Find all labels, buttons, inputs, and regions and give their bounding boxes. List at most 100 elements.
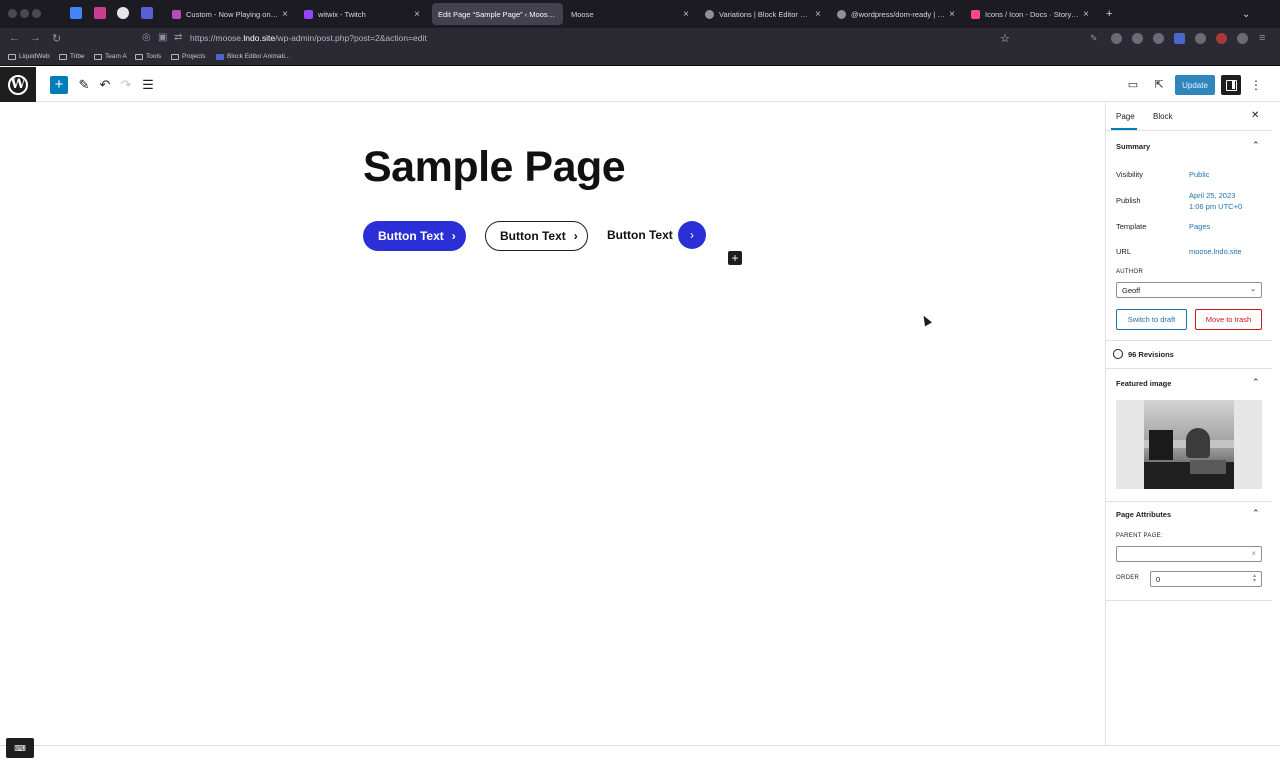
extension-icon[interactable] <box>1111 33 1122 44</box>
bookmark-tools[interactable]: Tools <box>135 53 161 60</box>
account-icon[interactable] <box>1237 33 1248 44</box>
chevron-right-icon: › <box>573 229 578 243</box>
redo-icon[interactable]: ↷ <box>118 76 134 94</box>
template-value-link[interactable]: Pages <box>1189 221 1210 232</box>
parent-page-label: PARENT PAGE: <box>1116 533 1163 539</box>
close-icon[interactable]: ✕ <box>1251 110 1259 121</box>
block-appender-plus-icon[interactable]: + <box>728 251 742 265</box>
tab-twitch[interactable]: witwix - Twitch × <box>298 3 426 25</box>
extension-icon[interactable] <box>1195 33 1206 44</box>
publish-date-link[interactable]: April 25, 2023 1:06 pm UTC+0 <box>1189 190 1242 212</box>
undo-icon[interactable]: ↶ <box>97 76 113 94</box>
pinned-tab-github-icon[interactable] <box>117 7 129 19</box>
menu-icon[interactable]: ≡ <box>1259 32 1265 44</box>
window-minimize-dot[interactable] <box>20 9 29 18</box>
tab-title: Edit Page “Sample Page” ‹ Moose — <box>438 9 557 19</box>
tab-storybook[interactable]: Icons / Icon - Docs · Storybook × <box>965 3 1095 25</box>
more-options-icon[interactable]: ⋮ <box>1250 77 1262 93</box>
extension-icon[interactable] <box>1132 33 1143 44</box>
tab-block[interactable]: Block <box>1153 112 1173 121</box>
bookmark-tribe[interactable]: Tribe <box>59 53 85 60</box>
tools-pencil-icon[interactable]: ✎ <box>76 76 92 94</box>
editor-canvas[interactable]: Sample Page Button Text › Button Text › Bu… <box>0 103 1105 745</box>
close-icon[interactable]: × <box>414 9 420 20</box>
stepper-icon[interactable]: ▴ ▾ <box>1253 573 1256 584</box>
bookmark-label: Tribe <box>70 53 85 60</box>
chevron-up-icon[interactable]: ⌃ <box>1252 377 1260 388</box>
tab-page[interactable]: Page <box>1116 112 1135 121</box>
page-attributes-heading[interactable]: Page Attributes <box>1116 510 1171 519</box>
clear-icon[interactable]: × <box>1251 549 1256 558</box>
lock-icon[interactable]: ▣ <box>158 32 167 43</box>
chevron-right-icon: › <box>451 229 456 243</box>
close-icon[interactable]: × <box>282 9 288 20</box>
visibility-label: Visibility <box>1116 170 1143 179</box>
author-value: Geoff <box>1122 286 1141 295</box>
update-button[interactable]: Update <box>1175 75 1215 95</box>
move-to-trash-button[interactable]: Move to trash <box>1195 309 1262 330</box>
extension-icon[interactable] <box>1153 33 1164 44</box>
block-inserter-plus-icon[interactable]: + <box>50 76 68 94</box>
tab-dom-ready[interactable]: @wordpress/dom-ready | Block… × <box>831 3 961 25</box>
new-tab-plus-icon[interactable]: + <box>1100 3 1118 25</box>
wordpress-logo-button[interactable]: W <box>0 67 36 102</box>
history-icon <box>1113 349 1123 359</box>
settings-toggle-button[interactable] <box>1221 75 1241 95</box>
window-zoom-dot[interactable] <box>32 9 41 18</box>
back-arrow-icon[interactable]: ← <box>9 32 20 44</box>
bookmark-block-editor[interactable]: Block Editor Animati... <box>216 53 290 60</box>
filled-button-block[interactable]: Button Text › <box>363 221 466 251</box>
chevron-up-icon[interactable]: ⌃ <box>1252 508 1260 519</box>
close-icon[interactable]: × <box>683 9 689 20</box>
wrench-icon[interactable]: ✎ <box>1090 33 1101 44</box>
bookmark-liquidweb[interactable]: LiquidWeb <box>8 53 50 60</box>
pinned-tab-app-icon[interactable] <box>141 7 153 19</box>
text-button-block[interactable]: Button Text <box>607 228 673 242</box>
tab-title: Variations | Block Editor Handb… <box>719 9 811 19</box>
close-icon[interactable]: × <box>1083 9 1089 20</box>
outline-button-block[interactable]: Button Text › <box>485 221 588 251</box>
tab-moose[interactable]: Moose × <box>565 3 695 25</box>
visibility-value-link[interactable]: Public <box>1189 169 1209 180</box>
bookmark-star-icon[interactable]: ☆ <box>1000 32 1010 45</box>
tab-edit-page[interactable]: Edit Page “Sample Page” ‹ Moose — <box>432 3 563 25</box>
keyboard-shortcuts-icon[interactable]: ⌨ <box>6 738 34 758</box>
bookmark-team-a[interactable]: Team A <box>94 53 127 60</box>
shield-icon[interactable]: ◎ <box>142 32 151 43</box>
chevron-circle-button[interactable]: › <box>678 221 706 249</box>
close-icon[interactable]: × <box>815 9 821 20</box>
featured-image-heading[interactable]: Featured image <box>1116 379 1171 388</box>
revisions-button[interactable]: 96 Revisions <box>1113 349 1174 359</box>
template-label: Template <box>1116 222 1147 231</box>
author-select[interactable]: Geoff ⌄ <box>1116 282 1262 298</box>
bookmarks-bar: LiquidWeb Tribe Team A Tools Projects Bl… <box>0 50 1280 66</box>
extension-icon[interactable] <box>1216 33 1227 44</box>
switch-to-draft-button[interactable]: Switch to draft <box>1116 309 1187 330</box>
pinned-tab-gmail-icon[interactable] <box>94 7 106 19</box>
page-title[interactable]: Sample Page <box>363 143 626 192</box>
tab-variations[interactable]: Variations | Block Editor Handb… × <box>699 3 827 25</box>
bookmark-projects[interactable]: Projects <box>171 53 205 60</box>
view-page-external-icon[interactable]: ⇱ <box>1151 76 1167 94</box>
summary-heading[interactable]: Summary <box>1116 142 1150 151</box>
tab-now-playing[interactable]: Custom - Now Playing on Pand… × <box>166 3 294 25</box>
forward-arrow-icon[interactable]: → <box>30 32 41 44</box>
order-input[interactable]: 0 ▴ ▾ <box>1150 571 1262 587</box>
window-close-dot[interactable] <box>8 9 17 18</box>
address-bar[interactable]: https://moose.lndo.site/wp-admin/post.ph… <box>190 33 427 43</box>
close-icon[interactable]: × <box>949 9 955 20</box>
mouse-cursor-icon <box>920 313 932 327</box>
permissions-icon[interactable]: ⇄ <box>174 32 182 43</box>
tab-list-chevron-icon[interactable]: ⌄ <box>1236 3 1256 25</box>
preview-desktop-icon[interactable]: ▭ <box>1125 76 1141 94</box>
featured-image[interactable] <box>1116 400 1262 489</box>
parent-page-input[interactable]: × <box>1116 546 1262 562</box>
pinned-tab-calendar-icon[interactable] <box>70 7 82 19</box>
list-view-icon[interactable]: ☰ <box>140 76 156 94</box>
url-value-link[interactable]: moose.lndo.site <box>1189 246 1242 257</box>
reload-icon[interactable]: ↻ <box>52 32 61 45</box>
bitwarden-icon[interactable] <box>1174 33 1185 44</box>
chevron-down-icon: ⌄ <box>1250 286 1256 293</box>
chevron-up-icon[interactable]: ⌃ <box>1252 140 1260 151</box>
browser-tab-bar: Custom - Now Playing on Pand… × witwix -… <box>0 0 1280 28</box>
